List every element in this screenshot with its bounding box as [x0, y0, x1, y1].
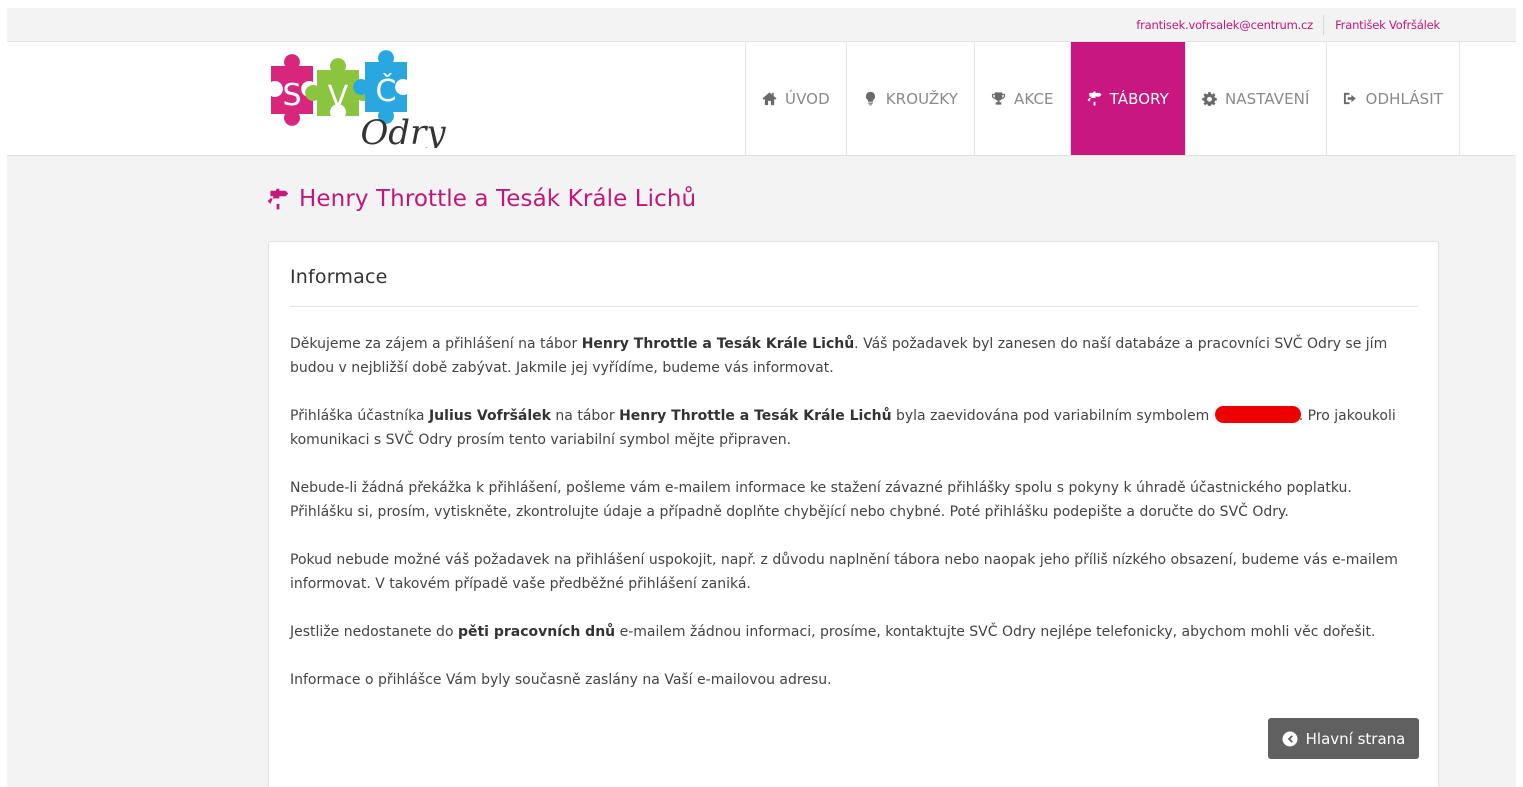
- home-icon: [762, 92, 777, 106]
- trophy-icon: [991, 92, 1006, 105]
- nav-label: TÁBORY: [1109, 89, 1169, 108]
- panel-header: Informace: [290, 266, 1418, 307]
- panel-heading: Informace: [290, 266, 388, 288]
- home-button-label: Hlavní strana: [1305, 729, 1406, 748]
- main-nav: ÚVOD KROUŽKY AKCE TÁBORY NASTAVENÍ ODHLÁ…: [745, 42, 1461, 155]
- logo-letter-v: V: [328, 80, 349, 115]
- rejection-paragraph: Pokud nebude možné váš požadavek na přih…: [290, 552, 1398, 592]
- logo-letter-s: S: [282, 78, 301, 113]
- nav-item-krouzky[interactable]: KROUŽKY: [847, 42, 975, 155]
- nav-label: AKCE: [1013, 89, 1054, 108]
- site-header: S V Č Odry ÚVOD KROUŽKY AKCE TÁBORY NAST…: [7, 42, 1516, 156]
- lightbulb-icon: [865, 91, 875, 106]
- user-name-link[interactable]: František Vofršálek: [1335, 18, 1440, 32]
- page-title: Henry Throttle a Tesák Krále Lichů: [267, 186, 696, 212]
- signpost-icon: [1087, 91, 1102, 106]
- user-email-link[interactable]: frantisek.vofrsalek@centrum.cz: [1136, 18, 1313, 32]
- info-panel: Informace Děkujeme za zájem a přihlášení…: [268, 241, 1439, 787]
- home-button[interactable]: Hlavní strana: [1268, 718, 1419, 759]
- nav-item-akce[interactable]: AKCE: [975, 42, 1071, 155]
- thanks-paragraph: Děkujeme za zájem a přihlášení na tábor …: [290, 336, 1388, 376]
- nav-label: ÚVOD: [785, 89, 830, 108]
- nav-label: ODHLÁSIT: [1365, 89, 1444, 108]
- gear-icon: [1202, 91, 1217, 106]
- signpost-icon: [267, 188, 289, 210]
- registration-paragraph: Přihláška účastníka Julius Vofršálek na …: [290, 406, 1396, 448]
- nav-label: NASTAVENÍ: [1224, 89, 1310, 108]
- nav-item-tabory[interactable]: TÁBORY: [1070, 42, 1186, 155]
- svc-odry-logo[interactable]: S V Č Odry: [265, 48, 450, 153]
- nav-item-uvod[interactable]: ÚVOD: [746, 42, 847, 155]
- logo-letter-c: Č: [376, 72, 397, 109]
- page-title-text: Henry Throttle a Tesák Krále Lichů: [299, 186, 697, 212]
- nav-label: KROUŽKY: [885, 89, 958, 108]
- topbar-divider: [1323, 15, 1324, 35]
- chevron-left-circle-icon: [1282, 731, 1298, 746]
- email-sent-paragraph: Informace o přihlášce Vám byly současně …: [290, 672, 832, 688]
- top-bar: frantisek.vofrsalek@centrum.cz František…: [7, 8, 1516, 42]
- contact-paragraph: Jestliže nedostanete do pěti pracovních …: [290, 624, 1376, 640]
- nav-item-odhlasit[interactable]: ODHLÁSIT: [1327, 42, 1461, 155]
- browser-viewport: frantisek.vofrsalek@centrum.cz František…: [7, 8, 1516, 787]
- next-steps-paragraph: Nebude-li žádná překážka k přihlášení, p…: [290, 480, 1352, 520]
- nav-item-nastaveni[interactable]: NASTAVENÍ: [1186, 42, 1327, 155]
- logo-subtitle: Odry: [360, 113, 446, 148]
- redacted-variable-symbol: [1214, 406, 1301, 423]
- sign-out-icon: [1343, 92, 1356, 105]
- panel-body: Děkujeme za zájem a přihlášení na tábor …: [290, 332, 1418, 716]
